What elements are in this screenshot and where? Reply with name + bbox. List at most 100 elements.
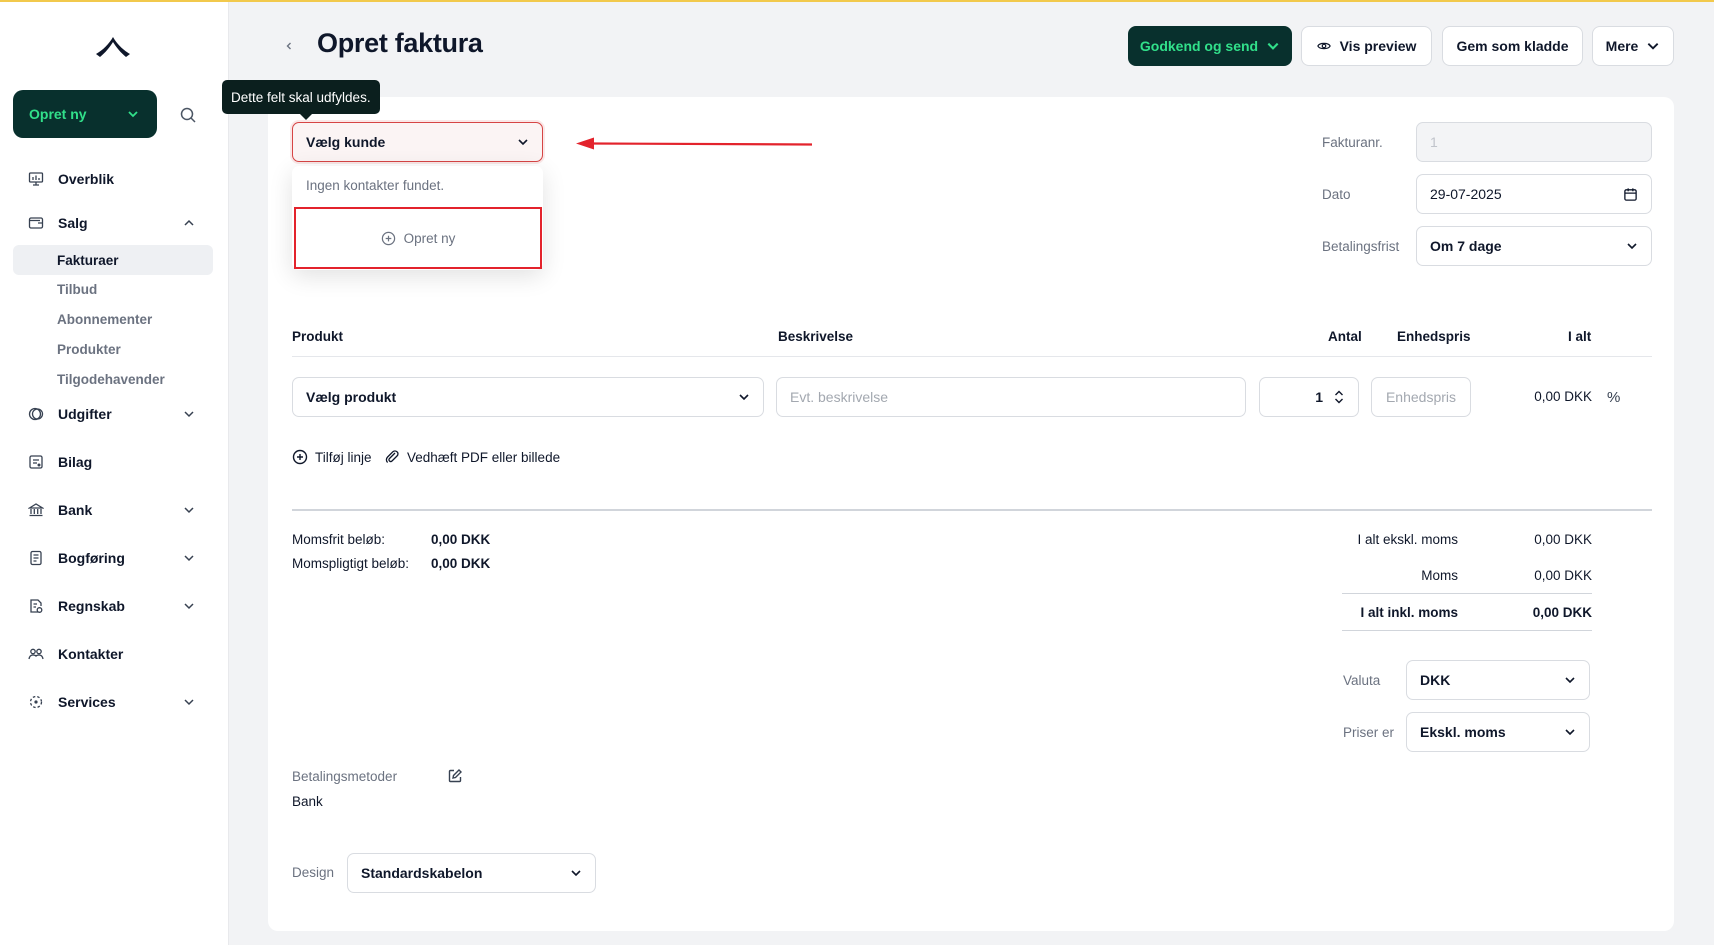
sidebar-item-label: Salg bbox=[58, 215, 88, 231]
sidebar-subitem-tilgodehavender[interactable]: Tilgodehavender bbox=[13, 364, 213, 394]
vat-value: 0,00 DKK bbox=[1534, 568, 1592, 583]
date-field[interactable]: 29-07-2025 bbox=[1416, 174, 1652, 214]
column-header-product: Produkt bbox=[292, 329, 344, 344]
description-placeholder: Evt. beskrivelse bbox=[790, 389, 889, 405]
payment-term-label: Betalingsfrist bbox=[1322, 239, 1400, 254]
chevron-down-icon bbox=[184, 603, 194, 610]
prices-label: Priser er bbox=[1343, 725, 1395, 740]
sidebar-item-label: Bank bbox=[58, 502, 93, 518]
sidebar-item-udgifter[interactable]: Udgifter bbox=[13, 397, 213, 431]
sidebar-item-kontakter[interactable]: Kontakter bbox=[13, 637, 213, 671]
more-label: Mere bbox=[1605, 38, 1639, 54]
sidebar-subitem-fakturaer[interactable]: Fakturaer bbox=[13, 245, 213, 275]
payment-term-select[interactable]: Om 7 dage bbox=[1416, 226, 1652, 266]
logo-icon[interactable] bbox=[94, 34, 132, 58]
save-draft-button[interactable]: Gem som kladde bbox=[1442, 26, 1583, 66]
eye-icon bbox=[1316, 42, 1331, 50]
page-title: Opret faktura bbox=[317, 28, 483, 58]
prices-value: Ekskl. moms bbox=[1420, 724, 1506, 740]
vat-label: Moms bbox=[1421, 568, 1458, 583]
sidebar-item-label: Regnskab bbox=[58, 598, 125, 614]
sidebar-item-label: Services bbox=[58, 694, 116, 710]
bank-icon bbox=[28, 503, 44, 517]
date-value: 29-07-2025 bbox=[1430, 186, 1502, 202]
totals-bottom-divider bbox=[1342, 630, 1592, 631]
invoice-number-field: 1 bbox=[1416, 122, 1652, 162]
payment-method-value: Bank bbox=[292, 794, 323, 809]
top-accent-line bbox=[0, 0, 1714, 2]
sidebar-item-bilag[interactable]: Bilag bbox=[13, 445, 213, 479]
payment-methods-label: Betalingsmetoder bbox=[292, 769, 398, 784]
create-new-button[interactable]: Opret ny bbox=[13, 90, 157, 138]
chevron-down-icon bbox=[1267, 42, 1279, 50]
annotation-arrow-icon bbox=[576, 137, 813, 150]
create-customer-button[interactable]: Opret ny bbox=[294, 207, 542, 269]
book-icon bbox=[30, 550, 42, 566]
prices-select[interactable]: Ekskl. moms bbox=[1406, 712, 1590, 752]
payment-term-value: Om 7 dage bbox=[1430, 238, 1502, 254]
vat-liable-value: 0,00 DKK bbox=[431, 556, 491, 571]
attach-file-button[interactable]: Vedhæft PDF eller billede bbox=[384, 449, 560, 465]
chevron-down-icon bbox=[739, 394, 749, 401]
vat-free-value: 0,00 DKK bbox=[431, 532, 491, 547]
sidebar-item-bank[interactable]: Bank bbox=[13, 493, 213, 527]
sidebar-subitem-abonnementer[interactable]: Abonnementer bbox=[13, 304, 213, 334]
sidebar-item-salg[interactable]: Salg bbox=[13, 206, 213, 240]
vat-liable-label: Momspligtigt beløb: bbox=[292, 556, 410, 571]
totals-divider bbox=[1342, 593, 1592, 594]
total-incl-vat-value: 0,00 DKK bbox=[1532, 605, 1592, 620]
calendar-icon[interactable] bbox=[1623, 187, 1638, 202]
chevron-down-icon bbox=[184, 555, 194, 562]
report-icon bbox=[30, 599, 43, 613]
chevron-down-icon bbox=[1648, 43, 1659, 50]
sidebar-item-label: Bogføring bbox=[58, 550, 125, 566]
create-customer-label: Opret ny bbox=[403, 230, 456, 246]
chevron-up-icon bbox=[184, 219, 194, 226]
chevron-down-icon bbox=[184, 411, 194, 418]
approve-send-label: Godkend og send bbox=[1139, 38, 1259, 54]
sidebar-subitem-tilbud[interactable]: Tilbud bbox=[13, 274, 213, 304]
receipt-icon bbox=[29, 455, 43, 469]
sidebar-item-label: Udgifter bbox=[58, 406, 112, 422]
table-header-divider bbox=[292, 356, 1652, 357]
edit-icon[interactable] bbox=[447, 768, 463, 784]
sidebar-item-label: Kontakter bbox=[58, 646, 124, 662]
invoice-number-label: Fakturanr. bbox=[1322, 135, 1383, 150]
create-new-label: Opret ny bbox=[29, 106, 87, 122]
approve-send-button[interactable]: Godkend og send bbox=[1128, 26, 1292, 66]
chevron-down-icon bbox=[1627, 243, 1637, 250]
wallet-icon bbox=[28, 217, 44, 229]
sidebar-item-bogforing[interactable]: Bogføring bbox=[13, 541, 213, 575]
quantity-stepper[interactable]: 1 bbox=[1259, 377, 1359, 417]
column-header-total: I alt bbox=[1568, 329, 1592, 344]
sidebar-item-label: Bilag bbox=[58, 454, 93, 470]
currency-select[interactable]: DKK bbox=[1406, 660, 1590, 700]
required-field-tooltip: Dette felt skal udfyldes. bbox=[222, 80, 380, 120]
chevron-down-icon bbox=[184, 699, 194, 706]
description-input[interactable]: Evt. beskrivelse bbox=[776, 377, 1246, 417]
customer-select[interactable]: Vælg kunde bbox=[292, 122, 543, 162]
vat-free-label: Momsfrit beløb: bbox=[292, 532, 386, 547]
no-contacts-text: Ingen kontakter fundet. bbox=[306, 178, 445, 193]
invoice-number-value: 1 bbox=[1430, 134, 1438, 150]
add-line-button[interactable]: Tilføj linje bbox=[292, 449, 372, 465]
chart-icon bbox=[28, 172, 44, 186]
discount-percent-icon[interactable]: % bbox=[1607, 389, 1620, 406]
attach-file-label: Vedhæft PDF eller billede bbox=[407, 449, 561, 465]
unit-price-input[interactable]: Enhedspris bbox=[1371, 377, 1471, 417]
sidebar-item-services[interactable]: Services bbox=[13, 685, 213, 719]
line-total: 0,00 DKK bbox=[1534, 389, 1592, 404]
sidebar-item-overblik[interactable]: Overblik bbox=[13, 162, 213, 196]
save-draft-label: Gem som kladde bbox=[1456, 38, 1569, 54]
sidebar-subitem-produkter[interactable]: Produkter bbox=[13, 334, 213, 364]
coins-icon bbox=[28, 407, 44, 421]
sidebar-item-regnskab[interactable]: Regnskab bbox=[13, 589, 213, 623]
stepper-arrows-icon[interactable] bbox=[1333, 389, 1345, 405]
search-icon[interactable] bbox=[179, 106, 197, 124]
preview-button[interactable]: Vis preview bbox=[1301, 26, 1432, 66]
design-select[interactable]: Standardskabelon bbox=[347, 853, 596, 893]
more-button[interactable]: Mere bbox=[1592, 26, 1674, 66]
back-chevron-icon[interactable] bbox=[284, 40, 294, 52]
chevron-down-icon bbox=[1565, 729, 1575, 736]
product-select[interactable]: Vælg produkt bbox=[292, 377, 764, 417]
